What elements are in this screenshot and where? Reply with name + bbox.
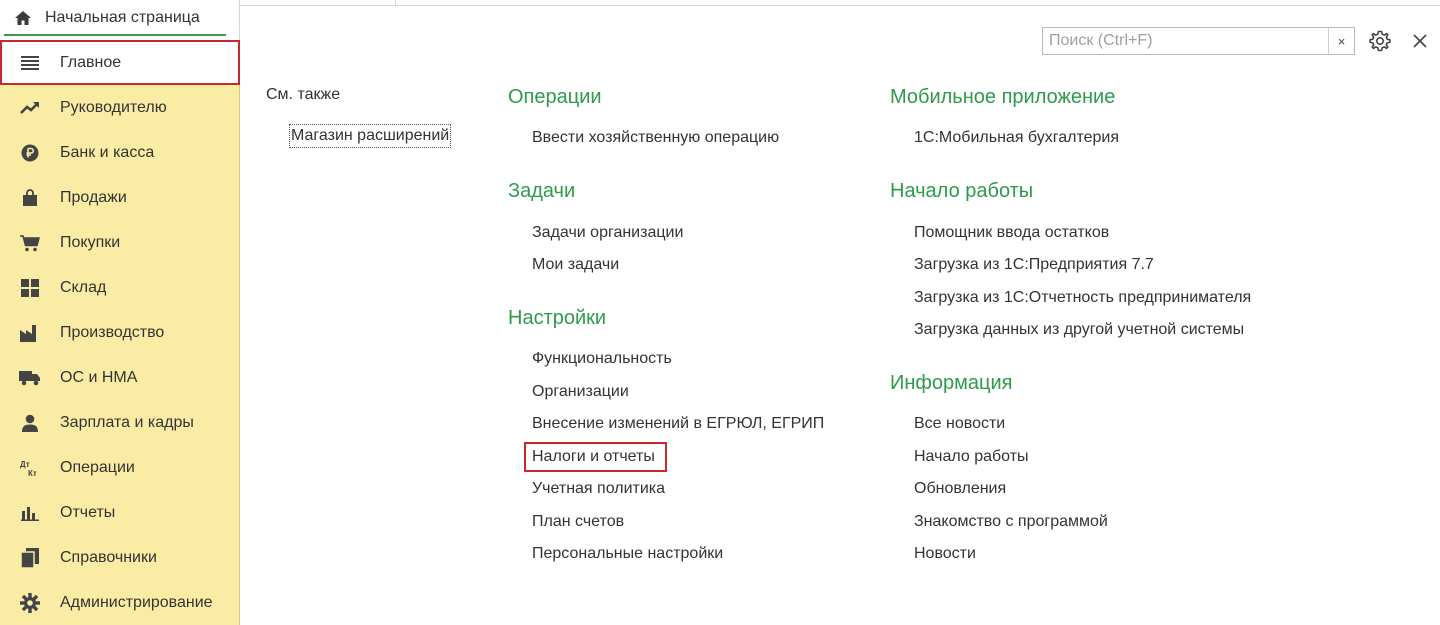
- svg-text:Кт: Кт: [28, 469, 37, 477]
- sidebar-item-admin[interactable]: Администрирование: [0, 580, 240, 625]
- link-my-tasks[interactable]: Мои задачи: [532, 256, 619, 274]
- sidebar-item-label: Операции: [60, 458, 135, 476]
- link-egrul-changes[interactable]: Внесение изменений в ЕГРЮЛ, ЕГРИП: [532, 415, 824, 433]
- cart-icon: [18, 231, 42, 255]
- sidebar-item-main[interactable]: Главное: [0, 40, 240, 85]
- link-organizations[interactable]: Организации: [532, 383, 629, 401]
- link-balance-wizard[interactable]: Помощник ввода остатков: [914, 224, 1109, 242]
- sidebar-item-label: Производство: [60, 323, 165, 341]
- gear-icon: [18, 591, 42, 615]
- link-all-news[interactable]: Все новости: [914, 415, 1005, 433]
- link-enter-operation[interactable]: Ввести хозяйственную операцию: [532, 129, 779, 147]
- section-title-mobile: Мобильное приложение: [890, 86, 1116, 108]
- link-taxes-reports[interactable]: Налоги и отчеты: [532, 448, 655, 466]
- sidebar-item-warehouse[interactable]: Склад: [0, 265, 240, 310]
- link-org-tasks[interactable]: Задачи организации: [532, 224, 683, 242]
- link-load-1c77[interactable]: Загрузка из 1С:Предприятия 7.7: [914, 256, 1154, 274]
- tab-strip: Начальная страница: [0, 0, 240, 40]
- dt-kt-icon: Дт Кт: [18, 456, 42, 480]
- sidebar-item-purchases[interactable]: Покупки: [0, 220, 240, 265]
- sidebar-item-label: Администрирование: [60, 593, 213, 611]
- sidebar-item-reports[interactable]: Отчеты: [0, 490, 240, 535]
- person-icon: [18, 411, 42, 435]
- sidebar-item-sales[interactable]: Продажи: [0, 175, 240, 220]
- search-box: ×: [1042, 27, 1355, 55]
- link-load-entrepreneur-reporting[interactable]: Загрузка из 1С:Отчетность предпринимател…: [914, 289, 1251, 307]
- sidebar-item-operations[interactable]: Дт Кт Операции: [0, 445, 240, 490]
- sidebar: Главное Руководителю Банк и касса Продаж…: [0, 40, 240, 625]
- factory-icon: [18, 321, 42, 345]
- sidebar-item-label: Склад: [60, 278, 107, 296]
- search-input[interactable]: [1043, 28, 1328, 54]
- sidebar-item-salary[interactable]: Зарплата и кадры: [0, 400, 240, 445]
- shopping-bag-icon: [18, 186, 42, 210]
- warehouse-grid-icon: [18, 276, 42, 300]
- link-load-other-system[interactable]: Загрузка данных из другой учетной систем…: [914, 321, 1244, 339]
- link-news[interactable]: Новости: [914, 545, 976, 563]
- search-clear-button[interactable]: ×: [1328, 28, 1354, 54]
- link-program-intro[interactable]: Знакомство с программой: [914, 513, 1108, 531]
- truck-icon: [18, 366, 42, 390]
- sidebar-item-label: Отчеты: [60, 503, 116, 521]
- see-also-title: См. также: [266, 86, 341, 103]
- tab-home[interactable]: Начальная страница: [4, 2, 226, 36]
- sidebar-item-label: ОС и НМА: [60, 368, 138, 386]
- sidebar-item-label: Продажи: [60, 188, 127, 206]
- section-title-operations: Операции: [508, 86, 602, 108]
- svg-text:Дт: Дт: [20, 460, 30, 469]
- sidebar-item-production[interactable]: Производство: [0, 310, 240, 355]
- close-icon[interactable]: [1408, 29, 1432, 53]
- sidebar-item-label: Покупки: [60, 233, 121, 251]
- section-title-start: Начало работы: [890, 180, 1034, 202]
- settings-gear-icon[interactable]: [1368, 29, 1392, 53]
- sidebar-item-fixed-assets[interactable]: ОС и НМА: [0, 355, 240, 400]
- sidebar-item-bank[interactable]: Банк и касса: [0, 130, 240, 175]
- sidebar-item-references[interactable]: Справочники: [0, 535, 240, 580]
- window-top-border: [240, 0, 1440, 6]
- home-icon: [13, 9, 33, 27]
- link-getting-started[interactable]: Начало работы: [914, 448, 1029, 466]
- link-accounting-policy[interactable]: Учетная политика: [532, 480, 665, 498]
- link-functionality[interactable]: Функциональность: [532, 350, 672, 368]
- extensions-store-link[interactable]: Магазин расширений: [289, 124, 452, 148]
- tab-home-label: Начальная страница: [45, 9, 200, 26]
- trend-icon: [18, 96, 42, 120]
- menu-lines-icon: [18, 51, 42, 75]
- sidebar-item-manager[interactable]: Руководителю: [0, 85, 240, 130]
- books-icon: [18, 546, 42, 570]
- sidebar-item-label: Справочники: [60, 548, 157, 566]
- bar-chart-icon: [18, 501, 42, 525]
- link-personal-settings[interactable]: Персональные настройки: [532, 545, 723, 563]
- section-title-tasks: Задачи: [508, 180, 576, 202]
- link-updates[interactable]: Обновления: [914, 480, 1006, 498]
- section-title-info: Информация: [890, 372, 1013, 394]
- link-mobile-accounting[interactable]: 1С:Мобильная бухгалтерия: [914, 129, 1119, 147]
- link-chart-of-accounts[interactable]: План счетов: [532, 513, 624, 531]
- section-title-settings: Настройки: [508, 307, 607, 329]
- sidebar-item-label: Зарплата и кадры: [60, 413, 194, 431]
- sidebar-item-label: Банк и касса: [60, 143, 155, 161]
- sidebar-item-label: Главное: [60, 53, 122, 71]
- sidebar-item-label: Руководителю: [60, 98, 167, 116]
- ruble-icon: [18, 141, 42, 165]
